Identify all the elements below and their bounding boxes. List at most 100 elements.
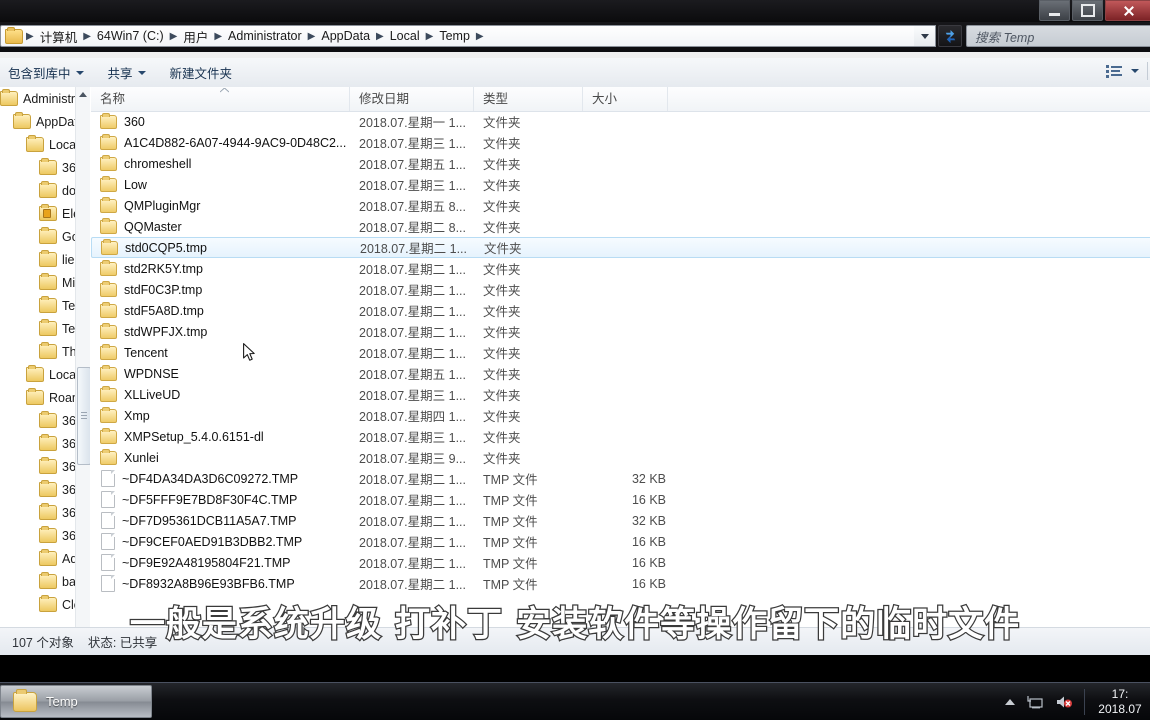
file-type-cell: 文件夹 xyxy=(483,305,521,319)
table-row[interactable]: Xunlei 2018.07.星期三 9... 文件夹 xyxy=(91,447,1150,468)
breadcrumb-item-users[interactable]: 用户 xyxy=(178,27,213,46)
mouse-cursor xyxy=(243,343,255,361)
table-row[interactable]: stdF0C3P.tmp 2018.07.星期二 1... 文件夹 xyxy=(91,279,1150,300)
file-name-label: QQMaster xyxy=(124,219,182,234)
file-type-cell: 文件夹 xyxy=(483,137,521,151)
search-input[interactable]: 搜索 Temp xyxy=(966,25,1150,47)
breadcrumb-separator: ▶ xyxy=(475,30,484,42)
folder-icon xyxy=(39,480,57,497)
breadcrumb-separator: ▶ xyxy=(425,30,434,42)
table-row[interactable]: std0CQP5.tmp 2018.07.星期二 1... 文件夹 xyxy=(91,237,1150,258)
status-bar: 107 个对象 状态: 已共享 xyxy=(0,627,1150,655)
breadcrumb-item-appdata[interactable]: AppData xyxy=(316,29,375,43)
column-header-type[interactable]: 类型 xyxy=(474,87,583,111)
file-icon xyxy=(101,533,115,550)
table-row[interactable]: Xmp 2018.07.星期四 1... 文件夹 xyxy=(91,405,1150,426)
network-icon[interactable] xyxy=(1026,694,1044,710)
nav-scrollbar[interactable] xyxy=(75,87,90,627)
taskbar-button-label: Temp xyxy=(46,694,78,709)
file-name-label: Xmp xyxy=(124,408,150,423)
table-row[interactable]: QQMaster 2018.07.星期二 8... 文件夹 xyxy=(91,216,1150,237)
clock[interactable]: 17: 2018.07 xyxy=(1096,687,1146,717)
list-view-icon[interactable] xyxy=(1106,64,1123,79)
file-name-cell: XMPSetup_5.4.0.6151-dl xyxy=(100,427,264,444)
breadcrumb-separator: ▶ xyxy=(26,30,34,42)
folder-icon xyxy=(26,365,44,382)
file-name-cell: WPDNSE xyxy=(100,364,179,381)
folder-icon xyxy=(0,89,18,106)
table-row[interactable]: ~DF7D95361DCB11A5A7.TMP 2018.07.星期二 1... T… xyxy=(91,510,1150,531)
breadcrumb-item-temp[interactable]: Temp xyxy=(434,29,475,43)
address-dropdown-button[interactable] xyxy=(914,25,936,47)
file-name-label: stdF0C3P.tmp xyxy=(124,282,203,297)
file-date-cell: 2018.07.星期二 1... xyxy=(359,494,467,508)
table-row[interactable]: std2RK5Y.tmp 2018.07.星期二 1... 文件夹 xyxy=(91,258,1150,279)
file-name-label: ~DF9CEF0AED91B3DBB2.TMP xyxy=(122,534,303,549)
column-header-name[interactable]: 名称 xyxy=(91,87,350,111)
minimize-button[interactable] xyxy=(1039,0,1070,21)
taskbar-button-temp[interactable]: Temp xyxy=(0,685,152,718)
file-date-cell: 2018.07.星期二 1... xyxy=(359,536,467,550)
maximize-button[interactable] xyxy=(1072,0,1103,21)
folder-icon xyxy=(39,549,57,566)
file-list-pane: 名称 修改日期 类型 大小 360 2018.07.星期一 1... 文件夹 A… xyxy=(91,87,1150,627)
file-name-label: Low xyxy=(124,177,147,192)
file-type-cell: 文件夹 xyxy=(483,326,521,340)
table-row[interactable]: ~DF8932A8B96E93BFB6.TMP 2018.07.星期二 1... T… xyxy=(91,573,1150,594)
table-row[interactable]: XLLiveUD 2018.07.星期三 1... 文件夹 xyxy=(91,384,1150,405)
sort-ascending-icon xyxy=(220,88,229,93)
table-row[interactable]: 360 2018.07.星期一 1... 文件夹 xyxy=(91,111,1150,132)
volume-muted-icon[interactable] xyxy=(1055,694,1073,710)
file-date-cell: 2018.07.星期三 1... xyxy=(359,431,467,445)
table-row[interactable]: stdWPFJX.tmp 2018.07.星期二 1... 文件夹 xyxy=(91,321,1150,342)
table-row[interactable]: Low 2018.07.星期三 1... 文件夹 xyxy=(91,174,1150,195)
folder-icon xyxy=(100,217,117,234)
breadcrumb-item-drive[interactable]: 64Win7 (C:) xyxy=(92,29,169,43)
tree-item-label: Administra xyxy=(23,91,83,106)
table-row[interactable]: ~DF5FFF9E7BD8F30F4C.TMP 2018.07.星期二 1... T… xyxy=(91,489,1150,510)
file-name-cell: XLLiveUD xyxy=(100,385,180,402)
file-type-cell: TMP 文件 xyxy=(483,536,538,550)
new-folder-button[interactable]: 新建文件夹 xyxy=(160,60,243,85)
file-name-cell: std0CQP5.tmp xyxy=(101,238,207,255)
breadcrumb-item-administrator[interactable]: Administrator xyxy=(223,29,307,43)
chevron-up-icon[interactable] xyxy=(1005,698,1015,705)
nav-scrollbar-thumb[interactable] xyxy=(77,367,90,465)
scroll-up-arrow-icon[interactable] xyxy=(76,87,90,101)
file-type-cell: 文件夹 xyxy=(483,368,521,382)
folder-icon xyxy=(26,388,44,405)
column-header-name-label: 名称 xyxy=(100,92,126,106)
table-row[interactable]: WPDNSE 2018.07.星期五 1... 文件夹 xyxy=(91,363,1150,384)
status-object-count: 107 个对象 xyxy=(12,636,74,650)
refresh-button[interactable] xyxy=(938,25,962,47)
breadcrumb-item-computer[interactable]: 计算机 xyxy=(35,27,83,46)
close-button[interactable] xyxy=(1105,0,1150,21)
share-button[interactable]: 共享 xyxy=(98,60,156,85)
table-row[interactable]: ~DF9CEF0AED91B3DBB2.TMP 2018.07.星期二 1... T… xyxy=(91,531,1150,552)
file-size-cell: 32 KB xyxy=(631,513,666,528)
include-in-library-button[interactable]: 包含到库中 xyxy=(0,60,94,85)
table-row[interactable]: XMPSetup_5.4.0.6151-dl 2018.07.星期三 1... 文件… xyxy=(91,426,1150,447)
folder-icon xyxy=(39,158,57,175)
breadcrumb-item-local[interactable]: Local xyxy=(385,29,425,43)
table-row[interactable]: chromeshell 2018.07.星期五 1... 文件夹 xyxy=(91,153,1150,174)
chevron-down-icon[interactable] xyxy=(1131,69,1139,73)
table-row[interactable]: QMPluginMgr 2018.07.星期五 8... 文件夹 xyxy=(91,195,1150,216)
table-row[interactable]: ~DF4DA34DA3D6C09272.TMP 2018.07.星期二 1... T… xyxy=(91,468,1150,489)
file-type-cell: 文件夹 xyxy=(483,389,521,403)
window-title-bar[interactable] xyxy=(0,0,1150,22)
file-date-cell: 2018.07.星期二 1... xyxy=(360,242,468,256)
column-header-size-label: 大小 xyxy=(592,92,618,106)
column-header-date[interactable]: 修改日期 xyxy=(350,87,474,111)
file-size-cell: 32 KB xyxy=(631,471,666,486)
table-row[interactable]: stdF5A8D.tmp 2018.07.星期二 1... 文件夹 xyxy=(91,300,1150,321)
file-name-cell: ~DF9E92A48195804F21.TMP xyxy=(100,554,291,571)
folder-icon xyxy=(100,385,117,402)
table-row[interactable]: A1C4D882-6A07-4944-9AC9-0D48C2... 2018.07… xyxy=(91,132,1150,153)
folder-icon xyxy=(39,411,57,428)
file-size-cell: 16 KB xyxy=(631,534,666,549)
breadcrumb[interactable]: ▶ 计算机 ▶ 64Win7 (C:) ▶ 用户 ▶ Administrator… xyxy=(0,25,920,47)
column-header-size[interactable]: 大小 xyxy=(583,87,668,111)
table-row[interactable]: ~DF9E92A48195804F21.TMP 2018.07.星期二 1... T… xyxy=(91,552,1150,573)
file-name-label: QMPluginMgr xyxy=(124,198,201,213)
